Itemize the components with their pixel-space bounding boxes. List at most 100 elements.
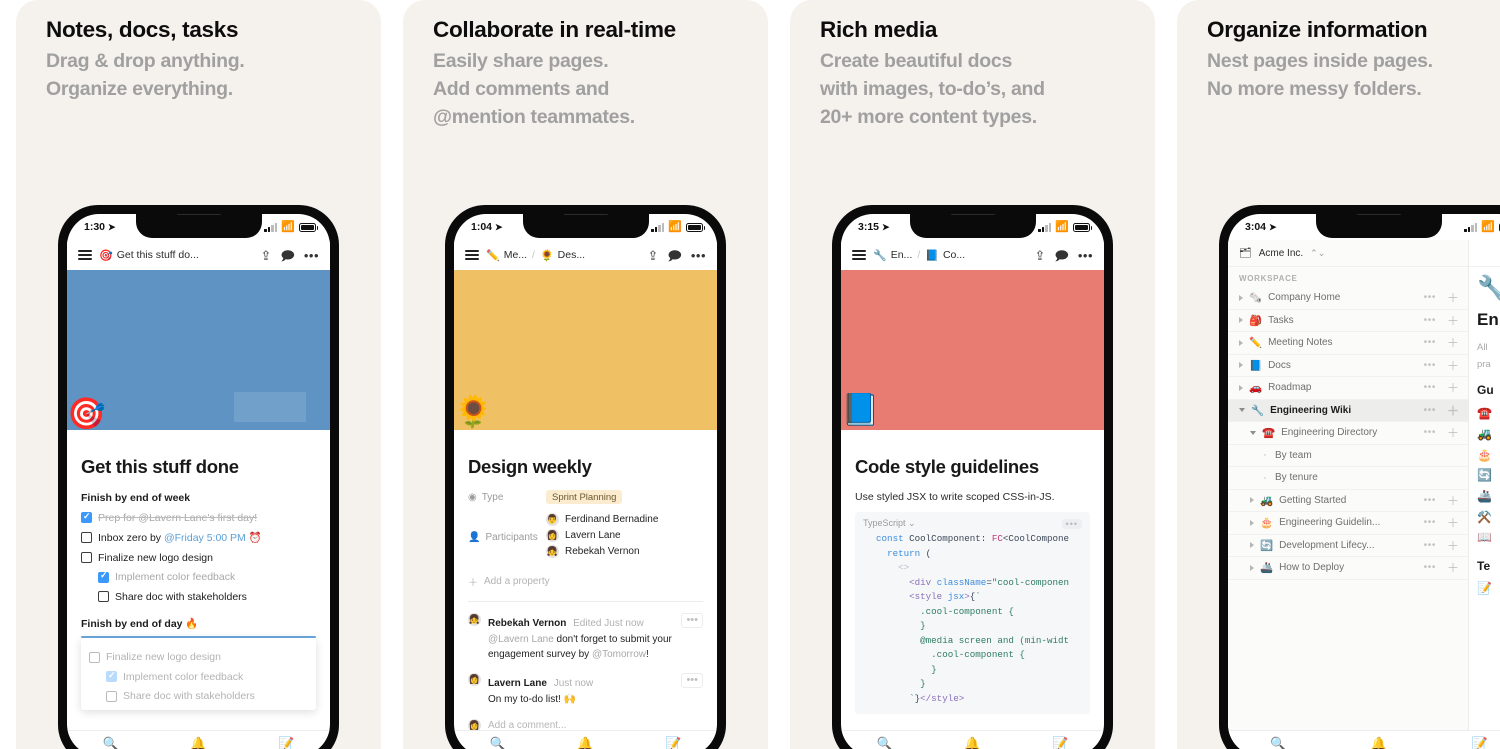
chevron-right-icon[interactable]: [1239, 294, 1243, 301]
comment-icon[interactable]: 🗩: [280, 249, 294, 262]
sidebar-item-company-home[interactable]: 🗞️ Company Home ••• ＋: [1228, 287, 1468, 310]
add-page-icon[interactable]: ＋: [1447, 514, 1459, 531]
add-page-icon[interactable]: ＋: [1447, 559, 1459, 576]
sidebar-item-roadmap[interactable]: 🚗 Roadmap ••• ＋: [1228, 377, 1468, 400]
more-options-icon[interactable]: •••: [1078, 249, 1093, 262]
share-icon[interactable]: ⇪: [261, 249, 272, 262]
bell-icon[interactable]: 🔔: [190, 737, 206, 749]
more-options-icon[interactable]: •••: [304, 249, 319, 262]
peek-list-item[interactable]: 🎂: [1477, 445, 1500, 466]
code-language-selector[interactable]: TypeScript ⌄: [863, 518, 916, 529]
comment-input[interactable]: Add a comment...: [488, 720, 566, 731]
comment-icon[interactable]: 🗩: [1054, 249, 1068, 262]
page-emoji-icon[interactable]: 🔧: [1477, 277, 1500, 301]
comment-more-icon[interactable]: •••: [681, 673, 703, 688]
workspace-switcher[interactable]: 🗂 Acme Inc. ⌃⌄: [1228, 240, 1468, 267]
add-page-icon[interactable]: ＋: [1447, 289, 1459, 306]
todo-item[interactable]: Inbox zero by @Friday 5:00 PM ⏰: [81, 531, 316, 544]
sidebar-item-how-to-deploy[interactable]: 🚢 How to Deploy ••• ＋: [1228, 557, 1468, 580]
page-emoji-icon[interactable]: 🌻: [454, 396, 493, 748]
chevron-right-icon[interactable]: [1250, 497, 1254, 504]
checkbox-unchecked[interactable]: [106, 690, 117, 702]
comment-icon[interactable]: 🗩: [667, 249, 681, 262]
search-icon[interactable]: 🔍: [490, 737, 506, 749]
sidebar-item-engineering-directory[interactable]: ☎️ Engineering Directory ••• ＋: [1228, 422, 1468, 445]
more-options-icon[interactable]: •••: [1424, 337, 1436, 348]
breadcrumb[interactable]: ✏️ Me... / 🌻 Des...: [486, 249, 585, 262]
more-options-icon[interactable]: •••: [1424, 427, 1436, 438]
participant[interactable]: 👧 Rebekah Vernon: [546, 545, 658, 558]
chevron-down-icon[interactable]: [1239, 408, 1245, 413]
sidebar-item-getting-started[interactable]: 🚜 Getting Started ••• ＋: [1228, 490, 1468, 512]
todo-item[interactable]: Finalize new logo design: [81, 552, 316, 564]
chevron-right-icon[interactable]: [1239, 317, 1243, 324]
add-page-icon[interactable]: ＋: [1447, 424, 1459, 441]
code-more-icon[interactable]: •••: [1061, 518, 1082, 529]
todo-item[interactable]: Implement color feedback: [81, 570, 316, 583]
breadcrumb[interactable]: 🔧 En... / 📘 Co...: [873, 249, 965, 262]
chevron-right-icon[interactable]: [1239, 339, 1243, 346]
property-row-participants[interactable]: 👤 Participants 👨 Ferdinand Bernadine 👩 L…: [468, 513, 703, 561]
bell-icon[interactable]: 🔔: [964, 737, 980, 749]
todo-item[interactable]: Prep for @Lavern Lane's first day!: [81, 511, 316, 524]
sidebar-item-development-lifecycle[interactable]: 🔄 Development Lifecy... ••• ＋: [1228, 535, 1468, 557]
comment-more-icon[interactable]: •••: [681, 613, 703, 628]
checkbox-unchecked[interactable]: [89, 651, 100, 663]
add-page-icon[interactable]: ＋: [1447, 312, 1459, 329]
chevron-right-icon[interactable]: [1250, 519, 1254, 526]
menu-icon[interactable]: [465, 250, 479, 260]
sidebar-item-engineering-wiki[interactable]: 🔧 Engineering Wiki ••• ＋: [1228, 399, 1468, 422]
add-page-icon[interactable]: ＋: [1447, 537, 1459, 554]
more-options-icon[interactable]: •••: [1424, 540, 1436, 551]
more-options-icon[interactable]: •••: [1424, 315, 1436, 326]
share-icon[interactable]: ⇪: [1035, 249, 1046, 262]
add-page-icon[interactable]: ＋: [1447, 334, 1459, 351]
bell-icon[interactable]: 🔔: [577, 737, 593, 749]
todo-item[interactable]: Share doc with stakeholders: [81, 591, 316, 603]
chevron-right-icon[interactable]: [1239, 362, 1243, 369]
search-icon[interactable]: 🔍: [103, 737, 119, 749]
peek-list-item[interactable]: 🚜: [1477, 424, 1500, 445]
search-icon[interactable]: 🔍: [877, 737, 893, 749]
chevron-right-icon[interactable]: [1239, 384, 1243, 391]
more-options-icon[interactable]: •••: [1424, 382, 1436, 393]
chevron-right-icon[interactable]: [1250, 564, 1254, 571]
peek-list-item[interactable]: 🔄: [1477, 465, 1500, 486]
sidebar-item-by-tenure[interactable]: · By tenure: [1228, 467, 1468, 490]
participant[interactable]: 👨 Ferdinand Bernadine: [546, 513, 658, 526]
more-options-icon[interactable]: •••: [1424, 292, 1436, 303]
bell-icon[interactable]: 🔔: [1371, 737, 1387, 749]
sidebar-item-meeting-notes[interactable]: ✏️ Meeting Notes ••• ＋: [1228, 332, 1468, 355]
more-options-icon[interactable]: •••: [1424, 360, 1436, 371]
sidebar-item-tasks[interactable]: 🎒 Tasks ••• ＋: [1228, 310, 1468, 332]
todo-item[interactable]: Finalize new logo design: [89, 651, 308, 663]
sidebar-item-by-team[interactable]: · By team: [1228, 445, 1468, 467]
add-page-icon[interactable]: ＋: [1447, 492, 1459, 509]
breadcrumb[interactable]: 🎯 Get this stuff do...: [99, 249, 199, 262]
more-options-icon[interactable]: •••: [1424, 517, 1436, 528]
menu-icon[interactable]: [852, 250, 866, 260]
peek-list-item[interactable]: 📝: [1477, 578, 1500, 599]
todo-item[interactable]: Share doc with stakeholders: [89, 690, 308, 702]
add-page-icon[interactable]: ＋: [1447, 379, 1459, 396]
sidebar-item-engineering-guidelines[interactable]: 🎂 Engineering Guidelin... ••• ＋: [1228, 512, 1468, 535]
search-icon[interactable]: 🔍: [1270, 737, 1286, 749]
checkbox-checked[interactable]: [98, 570, 109, 583]
property-row-type[interactable]: ◉ Type Sprint Planning: [468, 490, 703, 504]
chevron-down-icon[interactable]: [1250, 430, 1256, 435]
compose-icon[interactable]: 📝: [665, 737, 681, 749]
checkbox-checked[interactable]: [106, 670, 117, 682]
compose-icon[interactable]: 📝: [1472, 737, 1488, 749]
dragging-card[interactable]: Finalize new logo design Implement color…: [81, 637, 316, 710]
checkbox-checked[interactable]: [81, 511, 92, 523]
add-page-icon[interactable]: ＋: [1447, 402, 1459, 419]
more-options-icon[interactable]: •••: [1424, 495, 1436, 506]
add-property-button[interactable]: ＋ Add a property: [468, 574, 703, 589]
todo-item[interactable]: Implement color feedback: [89, 670, 308, 683]
share-icon[interactable]: ⇪: [648, 249, 659, 262]
peek-list-item[interactable]: ⚒️: [1477, 507, 1500, 528]
menu-icon[interactable]: [78, 250, 92, 260]
peek-list-item[interactable]: ☎️: [1477, 403, 1500, 424]
peek-list-item[interactable]: 📖: [1477, 527, 1500, 548]
participant[interactable]: 👩 Lavern Lane: [546, 529, 658, 542]
